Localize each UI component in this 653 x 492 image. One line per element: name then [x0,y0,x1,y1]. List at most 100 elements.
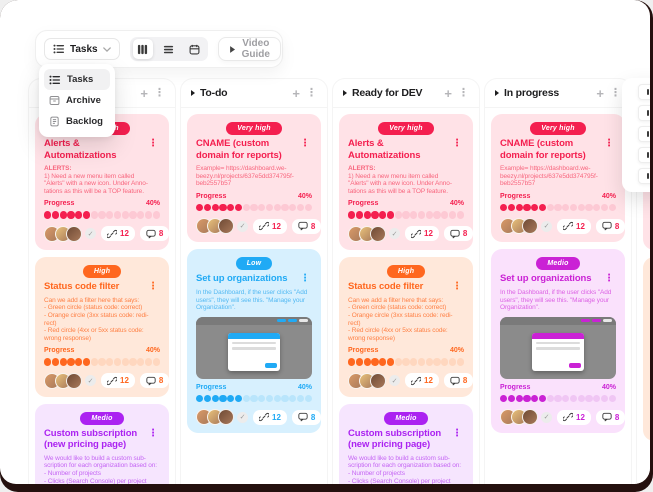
progress-dot [281,204,288,211]
screenshot-modal-bar [532,333,583,339]
menu-item-tasks[interactable]: Tasks [44,69,110,90]
comments-pill[interactable]: 8 [444,373,473,388]
columns-view-button[interactable] [133,39,153,59]
task-card[interactable]: HighStatus code filter⋮Can we add a filt… [35,257,169,397]
comments-pill[interactable]: 8 [140,226,169,241]
progress-dot [266,204,273,211]
progress-dot [305,204,312,211]
progress-dot [196,204,203,211]
board-column: In progress+⋮Very highCNAME (custom doma… [484,78,632,484]
column-menu-icon[interactable]: ⋮ [304,88,319,99]
card-menu-icon[interactable]: ⋮ [146,138,160,150]
task-card-description: ALERTS: 1) Need a new menu item called "… [44,165,160,195]
task-card[interactable]: MedioSet up organizations⋮In the Dashboa… [491,249,625,433]
column-header: To-do+⋮ [181,79,327,108]
attachment-screenshot[interactable] [196,317,312,379]
task-card[interactable]: Very highAlerts & Automatizations⋮ALERTS… [339,114,473,250]
avatar[interactable] [218,218,234,234]
comments-pill[interactable]: 8 [596,410,625,425]
card-menu-icon[interactable]: ⋮ [602,138,616,150]
card-menu-icon[interactable]: ⋮ [298,273,312,285]
panel-item-button[interactable] [638,147,650,163]
task-card-title: Set up organizations [196,273,294,285]
collapse-arrow-icon[interactable] [343,90,347,96]
progress-dot [441,358,448,365]
assigned-check-icon: ✓ [541,412,552,423]
add-card-button[interactable]: + [592,87,608,100]
screenshot-button [265,363,277,368]
avatar[interactable] [522,409,538,425]
avatar[interactable] [66,226,82,242]
avatar[interactable] [370,226,386,242]
links-pill[interactable]: 12 [557,219,591,234]
collapse-arrow-icon[interactable] [495,90,499,96]
panel-item-button[interactable] [638,126,650,142]
collapse-arrow-icon[interactable] [191,90,195,96]
task-card[interactable]: MedioCustom subscription (new pricing pa… [339,404,473,484]
links-pill[interactable]: 12 [253,219,287,234]
card-menu-icon[interactable]: ⋮ [450,138,464,150]
card-menu-icon[interactable]: ⋮ [450,281,464,293]
task-card-title: Custom subscription (new pricing page) [348,428,446,451]
progress-dot [204,395,211,402]
add-card-button[interactable]: + [440,87,456,100]
card-menu-icon[interactable]: ⋮ [146,428,160,440]
card-menu-icon[interactable]: ⋮ [146,281,160,293]
comments-pill[interactable]: 8 [292,410,321,425]
task-card[interactable]: MedioCustom subscription (new pricing pa… [35,404,169,484]
menu-item-archive[interactable]: Archive [44,90,110,111]
avatar[interactable] [218,409,234,425]
task-card[interactable]: HighStatus code filter⋮Can we add a filt… [339,257,473,397]
card-title-row: Alerts & Automatizations⋮ [44,138,160,161]
progress-dot [305,395,312,402]
comments-pill[interactable]: 8 [596,219,625,234]
comments-pill[interactable]: 8 [444,226,473,241]
progress-dot [60,358,67,365]
video-guide-button[interactable]: Video Guide [218,37,281,61]
tasks-dropdown-button[interactable]: Tasks [44,38,120,60]
task-card[interactable]: MedioSet up organizations⋮In the Dashboa… [643,257,650,441]
progress-dot [379,211,386,218]
column-menu-icon[interactable]: ⋮ [152,88,167,99]
progress-dot [500,395,507,402]
progress-dot [562,395,569,402]
column-menu-icon[interactable]: ⋮ [608,88,623,99]
links-pill[interactable]: 12 [405,373,439,388]
comments-pill[interactable]: 8 [140,373,169,388]
add-card-button[interactable]: + [288,87,304,100]
overflow-panel [622,78,650,192]
progress-dot [258,204,265,211]
list-view-button[interactable] [159,39,179,59]
add-card-button[interactable]: + [136,87,152,100]
backlog-icon [49,116,60,127]
task-card[interactable]: Very highCNAME (custom domain for report… [187,114,321,242]
calendar-view-button[interactable] [185,39,205,59]
comments-pill[interactable]: 8 [292,219,321,234]
screenshot-line [232,342,275,345]
menu-item-backlog[interactable]: Backlog [44,111,110,132]
assigned-check-icon: ✓ [389,228,400,239]
attachment-screenshot[interactable] [500,317,616,379]
task-card[interactable]: Very highCNAME (custom domain for report… [491,114,625,242]
card-menu-icon[interactable]: ⋮ [602,273,616,285]
links-pill[interactable]: 12 [405,226,439,241]
avatar[interactable] [66,373,82,389]
column-menu-icon[interactable]: ⋮ [456,88,471,99]
avatar[interactable] [370,373,386,389]
task-card-title: Alerts & Automatizations [348,138,446,161]
panel-item-button[interactable] [638,168,650,184]
progress-dot [387,358,394,365]
task-card-description: We would like to build a custom sub- scr… [348,455,464,484]
card-menu-icon[interactable]: ⋮ [450,428,464,440]
progress-dot [531,204,538,211]
task-card[interactable]: LowSet up organizations⋮In the Dashboard… [187,249,321,433]
links-pill[interactable]: 12 [253,410,287,425]
links-pill[interactable]: 12 [101,226,135,241]
panel-item-button[interactable] [638,84,650,100]
links-pill[interactable]: 12 [557,410,591,425]
task-card-description: ALERTS: 1) Need a new menu item called "… [348,165,464,195]
card-menu-icon[interactable]: ⋮ [298,138,312,150]
panel-item-button[interactable] [638,105,650,121]
avatar[interactable] [522,218,538,234]
links-pill[interactable]: 12 [101,373,135,388]
